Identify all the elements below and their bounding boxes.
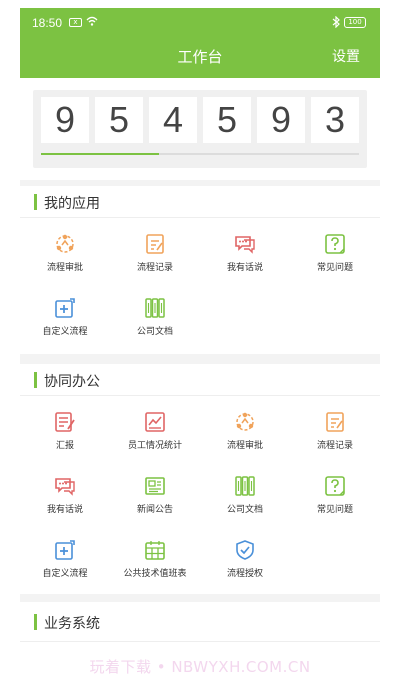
shield-check-icon [233, 538, 257, 562]
app-tile[interactable]: 我有话说 [20, 464, 110, 522]
news-icon [143, 474, 167, 498]
collab-header: 协同办公 [20, 364, 380, 396]
app-tile[interactable]: 员工情况统计 [110, 400, 200, 458]
app-tile-label: 公共技术值班表 [123, 569, 187, 579]
app-tile[interactable]: 公司文档 [110, 286, 200, 344]
app-tile-label: 员工情况统计 [127, 441, 182, 451]
section-accent-bar [34, 614, 37, 630]
app-tile-label: 新闻公告 [136, 505, 173, 515]
app-tile[interactable]: 流程授权 [200, 528, 290, 586]
app-tile[interactable]: 自定义流程 [20, 528, 110, 586]
calendar-icon [143, 538, 167, 562]
sim-card-icon: x [69, 18, 82, 27]
my-apps-header: 我的应用 [20, 186, 380, 218]
app-tile[interactable]: 流程记录 [290, 400, 380, 458]
status-bar: 18:50 x 100 [20, 14, 380, 34]
app-tile-label: 汇报 [55, 441, 74, 451]
workflow-record-icon [143, 232, 167, 256]
counter-digit: 9 [41, 97, 89, 143]
app-tile-label: 公司文档 [226, 505, 263, 515]
page-title: 工作台 [177, 48, 223, 66]
app-tile[interactable]: 新闻公告 [110, 464, 200, 522]
visitor-counter: 9 5 4 5 9 3 [33, 90, 367, 168]
faq-icon [323, 474, 347, 498]
company-docs-icon [143, 296, 167, 320]
app-tile-label: 流程审批 [46, 263, 83, 273]
bluetooth-icon [332, 15, 340, 31]
visitor-counter-panel: 9 5 4 5 9 3 [20, 78, 380, 180]
app-tile-label: 自定义流程 [42, 327, 88, 337]
app-tile[interactable]: 公共技术值班表 [110, 528, 200, 586]
app-tile[interactable]: 公司文档 [200, 464, 290, 522]
app-screen: 18:50 x 100 工作台 设置 9 5 4 5 9 3 我的应用 流程审批… [20, 8, 380, 692]
workflow-record-icon [323, 410, 347, 434]
counter-digit: 5 [95, 97, 143, 143]
custom-flow-icon [53, 538, 77, 562]
business-section: 业务系统 [20, 602, 380, 692]
chat-bubble-icon [233, 232, 257, 256]
app-tile[interactable]: 汇报 [20, 400, 110, 458]
app-tile[interactable]: 常见问题 [290, 464, 380, 522]
app-tile-label: 我有话说 [46, 505, 83, 515]
custom-flow-icon [53, 296, 77, 320]
report-icon [53, 410, 77, 434]
faq-icon [323, 232, 347, 256]
section-title: 业务系统 [44, 616, 100, 632]
app-tile[interactable]: 自定义流程 [20, 286, 110, 344]
counter-digit: 3 [311, 97, 359, 143]
app-tile-label: 常见问题 [316, 505, 353, 515]
counter-digit: 9 [257, 97, 305, 143]
app-tile-label: 公司文档 [136, 327, 173, 337]
app-tile-label: 流程记录 [316, 441, 353, 451]
chat-bubble-icon [53, 474, 77, 498]
section-title: 协同办公 [44, 374, 100, 390]
status-time: 18:50 [32, 16, 63, 30]
counter-progress-track [41, 153, 359, 155]
app-header: 18:50 x 100 工作台 设置 [20, 8, 380, 78]
app-tile-label: 流程记录 [136, 263, 173, 273]
settings-button[interactable]: 设置 [332, 46, 360, 66]
business-header: 业务系统 [20, 602, 380, 642]
battery-indicator: 100 [344, 17, 366, 28]
app-tile-label: 常见问题 [316, 263, 353, 273]
app-tile-label: 我有话说 [226, 263, 263, 273]
section-title: 我的应用 [44, 196, 100, 212]
statistics-chart-icon [143, 410, 167, 434]
app-tile-label: 自定义流程 [42, 569, 88, 579]
workflow-approval-icon [53, 232, 77, 256]
wifi-icon [86, 16, 98, 29]
section-accent-bar [34, 194, 37, 210]
counter-digit: 4 [149, 97, 197, 143]
app-tile[interactable]: 我有话说 [200, 222, 290, 280]
app-tile[interactable]: 流程记录 [110, 222, 200, 280]
app-tile-label: 流程审批 [226, 441, 263, 451]
app-tile[interactable]: 流程审批 [20, 222, 110, 280]
watermark-text: 玩着下载 • NBWYXH.COM.CN [89, 658, 311, 676]
my-apps-section: 我的应用 流程审批 流程记录 我有话说 常见问题自定义流程 公司文档 [20, 186, 380, 354]
app-tile[interactable]: 常见问题 [290, 222, 380, 280]
workflow-approval-icon [233, 410, 257, 434]
counter-progress-fill [41, 153, 159, 155]
collab-section: 协同办公 汇报 员工情况统计 流程审批 流程记录我有话说 新闻公告 公司文档 常见问题自定义… [20, 364, 380, 594]
app-tile[interactable]: 流程审批 [200, 400, 290, 458]
counter-digit: 5 [203, 97, 251, 143]
section-accent-bar [34, 372, 37, 388]
app-tile-label: 流程授权 [226, 569, 263, 579]
company-docs-icon [233, 474, 257, 498]
